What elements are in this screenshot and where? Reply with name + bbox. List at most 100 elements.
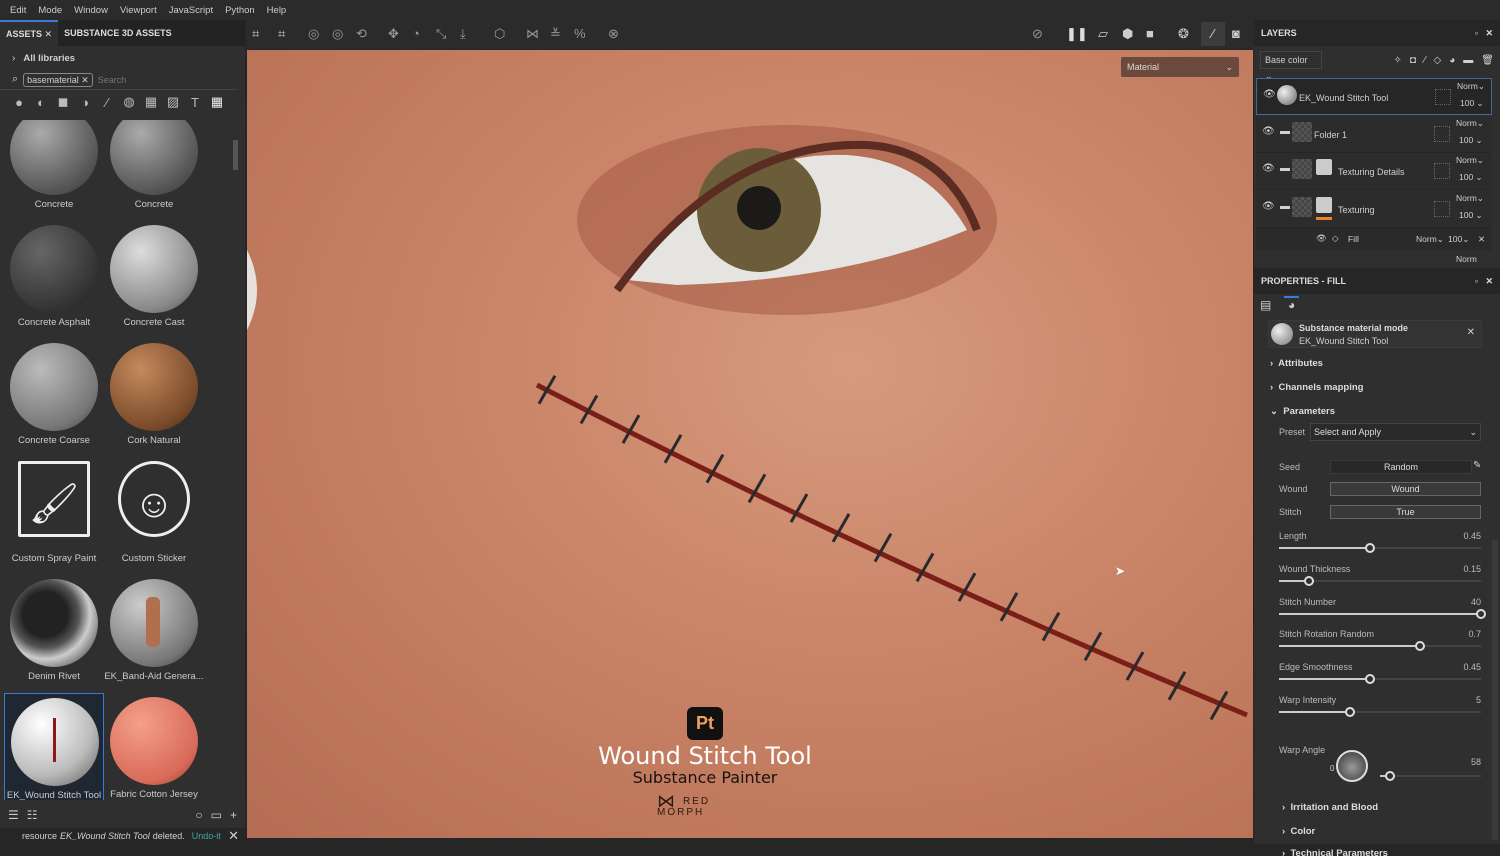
add-icon[interactable]: + (230, 808, 237, 822)
opacity-select[interactable]: 100 ⌄ (1460, 98, 1484, 109)
close-icon[interactable]: ✕ (1478, 234, 1485, 245)
material-filter-icon[interactable]: ● (8, 95, 30, 110)
close-icon[interactable]: ✕ (1485, 28, 1493, 38)
effects-icon[interactable]: ✧ (1393, 55, 1401, 66)
text-filter-icon[interactable]: T (184, 95, 206, 110)
folder-icon[interactable]: ▬ (1463, 55, 1473, 66)
3d-viewport[interactable]: Material ⌄ Pt Wound Stitch Tool Substance… (247, 50, 1253, 838)
search-input[interactable] (97, 74, 218, 85)
close-icon[interactable]: ✕ (1485, 276, 1493, 286)
trash-icon[interactable]: 🗑 (1481, 55, 1494, 66)
asset-item[interactable]: Cork Natural (104, 339, 204, 457)
parameter-slider[interactable] (1279, 543, 1481, 553)
preset-select[interactable]: Select and Apply ⌄ (1310, 423, 1481, 441)
slider-knob[interactable] (1476, 609, 1486, 619)
menu-edit[interactable]: Edit (4, 5, 32, 16)
scrollbar[interactable] (233, 140, 238, 170)
camera-video-icon[interactable]: ■ (1146, 26, 1154, 41)
particle-filter-icon[interactable]: ◍ (118, 94, 140, 110)
asset-item[interactable]: Concrete (104, 120, 204, 221)
refresh-icon[interactable]: ○ (195, 808, 202, 822)
cube-view-icon[interactable]: ⬢ (1122, 26, 1133, 42)
download-icon[interactable]: ⤓ (460, 26, 466, 42)
close-icon[interactable]: ✕ (45, 29, 53, 39)
layer-row[interactable]: 👁 ▬ Texturing Details Norm⌄ 100 ⌄ (1256, 153, 1492, 190)
parameter-slider[interactable] (1279, 707, 1481, 717)
eye-icon[interactable]: 👁 (1262, 201, 1275, 212)
opacity-select[interactable]: 100⌄ (1448, 234, 1469, 245)
parameter-slider[interactable] (1279, 576, 1481, 586)
layer-row[interactable]: 👁 ▬ Folder 1 Norm⌄ 100 ⌄ (1256, 115, 1492, 153)
percent-icon[interactable]: % (574, 26, 586, 41)
layer-row[interactable]: 👁 EK_Wound Stitch Tool Norm⌄ 100 ⌄ (1256, 78, 1492, 115)
blend-mode-select[interactable]: Norm⌄ (1457, 81, 1485, 92)
asset-item[interactable]: Fabric Cotton Jersey (104, 693, 204, 800)
blend-mode-select[interactable]: Norm⌄ (1456, 155, 1484, 166)
material-tab-icon[interactable]: ◕ (1284, 296, 1300, 312)
warp-angle-dial[interactable] (1336, 750, 1368, 782)
new-folder-icon[interactable]: ▭ (211, 808, 222, 822)
all-libraries[interactable]: All libraries (23, 53, 75, 64)
paint-mode-icon[interactable]: ∕ (1201, 22, 1225, 46)
asset-item[interactable]: Concrete Asphalt (4, 221, 104, 339)
tab-substance-3d-assets[interactable]: SUBSTANCE 3D ASSETS (58, 20, 178, 46)
hide-icon[interactable]: ⊘ (1032, 26, 1043, 42)
smart-mask-filter-icon[interactable]: ◑ (74, 95, 96, 110)
float-icon[interactable]: ▫ (1475, 276, 1478, 286)
undo-link[interactable]: Undo-it (192, 831, 221, 841)
symmetry-icon[interactable]: ◎ (308, 26, 319, 42)
material-mode-select[interactable]: Material ⌄ (1121, 57, 1239, 77)
asset-item[interactable]: Concrete (4, 120, 104, 221)
texture-filter-icon[interactable]: ▦ (140, 94, 162, 110)
slider-knob[interactable] (1304, 576, 1315, 586)
close-icon[interactable]: ✕ (81, 75, 89, 85)
warp-angle-slider[interactable] (1380, 771, 1481, 781)
viewport-frame-icon[interactable]: ▱ (1098, 26, 1108, 42)
menu-javascript[interactable]: JavaScript (163, 5, 219, 16)
asset-item[interactable]: Denim Rivet (4, 575, 104, 693)
section-attributes[interactable]: › Attributes (1270, 358, 1323, 369)
flip-h-icon[interactable]: ⋈ (526, 26, 539, 42)
uv-icon[interactable]: ⟲ (356, 26, 367, 42)
parameter-slider[interactable] (1279, 609, 1486, 619)
pause-icon[interactable]: ❚❚ (1066, 26, 1088, 42)
opacity-select[interactable]: 100 ⌄ (1459, 172, 1483, 183)
move-icon[interactable]: ✥ (388, 26, 399, 42)
eye-icon[interactable]: 👁 (1316, 233, 1327, 244)
brush-filter-icon[interactable]: ∕ (96, 95, 118, 110)
wound-button[interactable]: Wound (1330, 482, 1481, 496)
stitch-toggle[interactable]: True (1330, 505, 1481, 519)
eye-icon[interactable]: 👁 (1262, 163, 1275, 174)
slider-knob[interactable] (1364, 543, 1375, 553)
asset-item[interactable]: 🖌 Custom Spray Paint (4, 457, 104, 575)
asset-item[interactable]: ☺ Custom Sticker (104, 457, 204, 575)
camera-icon[interactable]: ◙ (1232, 26, 1240, 41)
tab-assets[interactable]: ASSETS ✕ (0, 20, 59, 46)
asset-item[interactable]: Concrete Coarse (4, 339, 104, 457)
crop-icon[interactable]: ⌗ (252, 26, 259, 42)
section-irritation-and-blood[interactable]: › Irritation and Blood (1282, 802, 1378, 813)
parameter-slider[interactable] (1279, 641, 1481, 651)
scale-icon[interactable]: ⤡ (436, 26, 446, 42)
menu-window[interactable]: Window (68, 5, 114, 16)
libraries-row[interactable]: › All libraries (0, 46, 245, 70)
section-parameters[interactable]: ⌄ Parameters (1270, 406, 1335, 417)
section-technical-parameters[interactable]: › Technical Parameters (1282, 848, 1388, 856)
bake-icon[interactable]: ❂ (1178, 26, 1189, 42)
menu-python[interactable]: Python (219, 5, 261, 16)
folder-view-icon[interactable]: ☷ (27, 808, 38, 822)
close-icon[interactable]: ✕ (1467, 327, 1475, 338)
paint-layer-icon[interactable]: ∕ (1424, 55, 1426, 66)
menu-mode[interactable]: Mode (32, 5, 68, 16)
mirror-icon[interactable]: ◎ (332, 26, 343, 42)
rotate-icon[interactable]: ◔ (412, 26, 420, 41)
transform-icon[interactable]: ⌗ (278, 26, 285, 42)
float-icon[interactable]: ▫ (1475, 28, 1478, 38)
add-mask-icon[interactable]: ◘ (1410, 55, 1416, 66)
eye-icon[interactable]: 👁 (1262, 126, 1275, 137)
environment-filter-icon[interactable]: ▨ (162, 94, 184, 110)
menu-viewport[interactable]: Viewport (114, 5, 163, 16)
asset-item[interactable]: EK_Band-Aid Genera... (104, 575, 204, 693)
scrollbar[interactable] (1492, 540, 1498, 840)
flip-v-icon[interactable]: ≚ (550, 26, 561, 42)
